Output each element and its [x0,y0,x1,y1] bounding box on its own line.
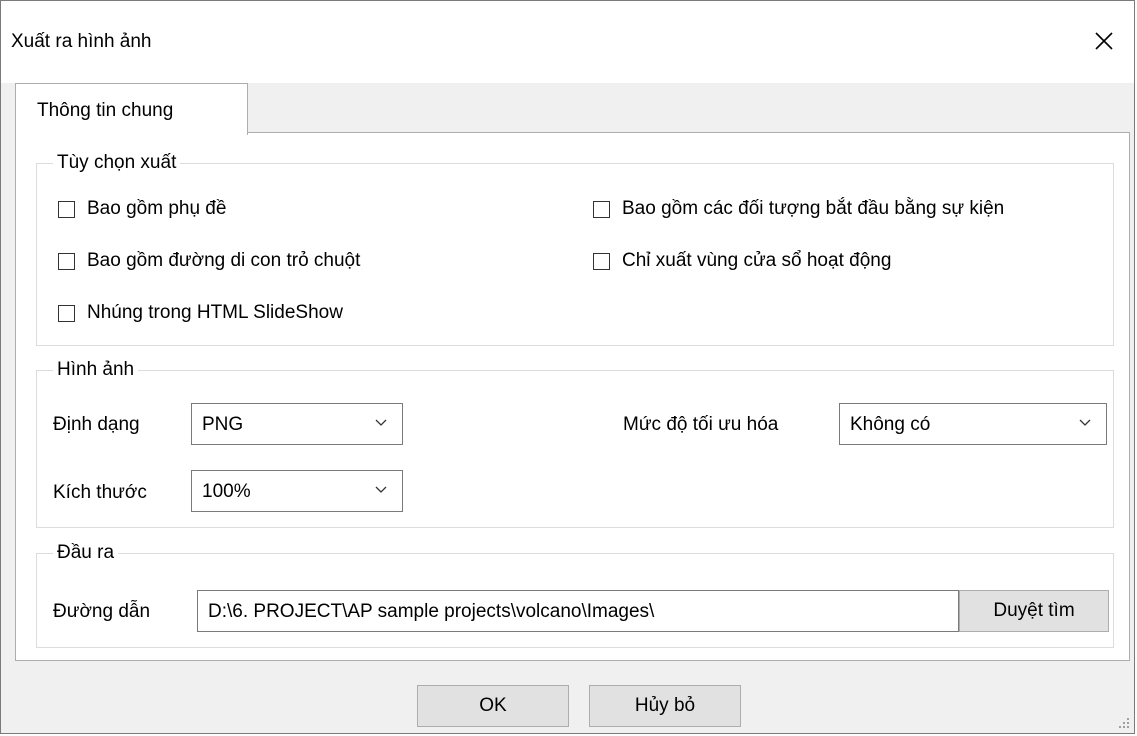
optimization-select[interactable]: Không có [839,403,1107,445]
image-group-label: Hình ảnh [53,359,139,381]
output-group: Đầu ra Đường dẫn D:\6. PROJECT\AP sample… [36,542,1114,648]
window-title: Xuất ra hình ảnh [11,31,152,52]
size-select[interactable]: 100% [191,470,403,512]
format-select[interactable]: PNG [191,403,403,445]
ok-button[interactable]: OK [417,685,569,727]
format-value: PNG [202,414,244,435]
path-input[interactable]: D:\6. PROJECT\AP sample projects\volcano… [197,590,959,632]
cancel-button[interactable]: Hủy bỏ [589,685,741,727]
checkbox-box [58,252,75,270]
tab-panel: Tùy chọn xuất Bao gồm phụ đề Bao gồm các… [15,132,1130,661]
tab-general-label: Thông tin chung [37,100,174,121]
checkbox-box [593,252,610,270]
chevron-down-icon [375,419,387,426]
include-event-objects-checkbox[interactable]: Bao gồm các đối tượng bắt đầu bằng sự ki… [593,198,1004,220]
close-icon [1095,32,1113,50]
include-mouse-path-checkbox[interactable]: Bao gồm đường di con trỏ chuột [58,250,360,272]
checkbox-label: Chỉ xuất vùng cửa sổ hoạt động [622,250,892,271]
export-options-label: Tùy chọn xuất [53,152,181,174]
path-label: Đường dẫn [53,601,151,622]
resize-grip-icon[interactable] [1118,717,1130,729]
checkbox-box [58,200,75,218]
checkbox-label: Bao gồm phụ đề [87,198,227,219]
export-options-group: Tùy chọn xuất Bao gồm phụ đề Bao gồm các… [36,152,1114,346]
embed-html-slideshow-checkbox[interactable]: Nhúng trong HTML SlideShow [58,302,343,324]
chevron-down-icon [375,486,387,493]
checkbox-label: Bao gồm đường di con trỏ chuột [87,250,361,271]
cancel-button-label: Hủy bỏ [634,695,696,716]
browse-button[interactable]: Duyệt tìm [959,590,1109,632]
optimization-value: Không có [850,414,931,435]
include-captions-checkbox[interactable]: Bao gồm phụ đề [58,198,226,220]
size-value: 100% [202,481,251,502]
ok-button-label: OK [479,695,507,716]
checkbox-label: Bao gồm các đối tượng bắt đầu bằng sự ki… [622,198,1005,219]
title-bar: Xuất ra hình ảnh [1,1,1134,83]
browse-button-label: Duyệt tìm [993,600,1075,621]
format-label: Định dạng [53,414,140,435]
chevron-down-icon [1079,419,1091,426]
size-label: Kích thước [53,482,147,503]
tab-general[interactable]: Thông tin chung [15,83,248,135]
active-window-only-checkbox[interactable]: Chỉ xuất vùng cửa sổ hoạt động [593,250,891,272]
checkbox-box [58,304,75,322]
checkbox-box [593,200,610,218]
output-group-label: Đầu ra [53,542,119,564]
image-group: Hình ảnh Định dạng PNG Mức độ tối ưu hóa… [36,359,1114,528]
checkbox-label: Nhúng trong HTML SlideShow [87,302,343,323]
close-button[interactable] [1074,11,1134,71]
path-value: D:\6. PROJECT\AP sample projects\volcano… [208,601,655,622]
export-image-dialog: Xuất ra hình ảnh Thông tin chung Tùy chọ… [0,0,1135,734]
optimization-label: Mức độ tối ưu hóa [623,414,779,435]
